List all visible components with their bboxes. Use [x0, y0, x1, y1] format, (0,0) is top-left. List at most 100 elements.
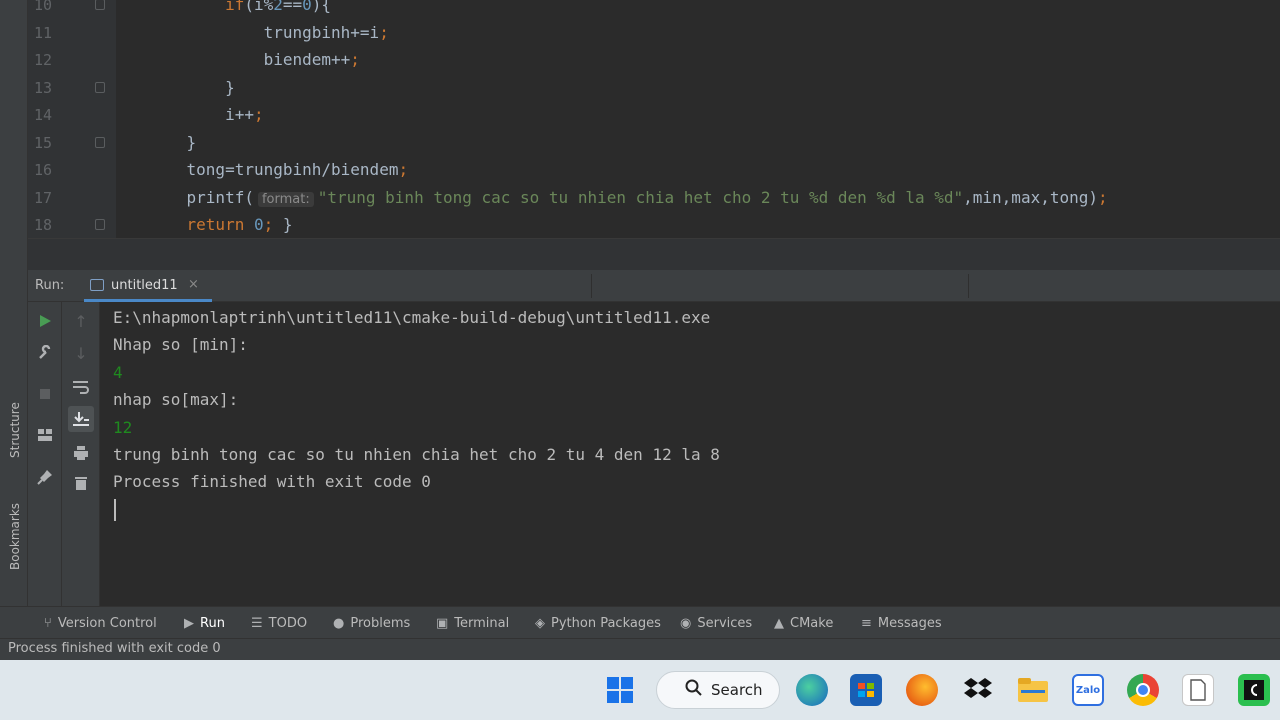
run-toolbar-secondary: ↑ ↓ [62, 302, 100, 606]
fold-marker-icon[interactable] [95, 81, 105, 93]
pin-icon[interactable] [32, 464, 58, 490]
print-icon[interactable] [68, 440, 94, 466]
code-text: trungbinh+=i; [148, 19, 389, 47]
tool-tab-label: Services [697, 615, 753, 631]
code-token: (i% [244, 0, 274, 14]
trash-icon[interactable] [68, 470, 94, 496]
console-input-line: 4 [113, 362, 123, 382]
fold-marker-icon[interactable] [95, 219, 105, 230]
layout-icon[interactable] [32, 422, 58, 448]
line-number: 10 [33, 0, 52, 14]
console-output-line: Nhap so [min]: [113, 335, 248, 355]
code-token: } [148, 132, 197, 152]
code-line[interactable]: 17 printf(format: "trung binh tong cac so… [28, 184, 1280, 212]
run-label: Run: [35, 278, 65, 293]
console-icon [90, 279, 104, 291]
code-line[interactable]: 14 i++; [28, 101, 1280, 129]
taskbar-search-button[interactable]: Search [656, 671, 780, 709]
code-text: } [148, 129, 197, 157]
clion-app-icon[interactable] [1238, 674, 1270, 706]
code-text: i++; [148, 101, 264, 129]
code-token: printf( [148, 187, 254, 207]
arrow-down-icon[interactable]: ↓ [68, 340, 94, 366]
wrench-icon[interactable] [32, 340, 58, 366]
code-token: ; [263, 215, 274, 234]
firefox-icon[interactable] [906, 674, 938, 706]
soft-wrap-icon[interactable] [68, 374, 94, 400]
code-text: tong=trungbinh/biendem; [148, 156, 409, 184]
header-divider [968, 274, 969, 298]
code-token: return [186, 215, 245, 234]
code-line[interactable]: 12 biendem++; [28, 46, 1280, 74]
tool-tab-label: Version Control [57, 615, 157, 631]
code-token: biendem++ [148, 50, 351, 69]
console-output-line: Process finished with exit code 0 [113, 472, 431, 492]
document-icon[interactable] [1182, 674, 1214, 706]
code-token: == [282, 0, 303, 14]
chrome-icon[interactable] [1127, 674, 1159, 706]
line-number: 15 [33, 133, 52, 152]
code-line[interactable]: 13 } [28, 74, 1280, 102]
file-explorer-icon[interactable] [1017, 674, 1049, 706]
code-token: ; [379, 22, 389, 42]
structure-tab[interactable]: Structure [8, 402, 22, 458]
code-line[interactable]: 10 if(i%2==0){ [28, 0, 1280, 19]
layers-icon: ◈ [535, 615, 545, 631]
zalo-icon[interactable]: Zalo [1072, 674, 1104, 706]
tool-tab-label: Problems [350, 615, 411, 631]
rerun-icon[interactable] [32, 308, 58, 334]
tool-window-bar: ⑂ Version Control ▶ Run ☰ TODO ● Problems ▣ Termi… [0, 606, 1280, 638]
tool-tab-problems[interactable]: ● Problems [333, 607, 410, 639]
tool-tab-messages[interactable]: ≡ Messages [861, 607, 942, 639]
arrow-up-icon[interactable]: ↑ [68, 308, 94, 334]
messages-icon: ≡ [861, 615, 872, 631]
windows-start-icon[interactable] [604, 674, 636, 706]
bookmarks-tab[interactable]: Bookmarks [8, 503, 22, 570]
tool-tab-label: TODO [268, 615, 308, 631]
tool-tab-label: CMake [790, 615, 834, 631]
tool-tab-python-packages[interactable]: ◈ Python Packages [535, 607, 661, 639]
tool-tab-terminal[interactable]: ▣ Terminal [436, 607, 509, 639]
dropbox-icon[interactable] [962, 674, 994, 706]
code-token: if [225, 0, 245, 14]
cmake-icon: ▲ [774, 615, 784, 631]
code-text: return 0; } [148, 211, 293, 238]
status-message: Process finished with exit code 0 [8, 641, 221, 656]
tool-tab-services[interactable]: ◉ Services [680, 607, 752, 639]
scroll-to-end-icon[interactable] [68, 406, 94, 432]
tool-tab-todo[interactable]: ☰ TODO [251, 607, 307, 639]
tool-tab-cmake[interactable]: ▲ CMake [774, 607, 833, 639]
stop-icon[interactable] [32, 381, 58, 407]
services-icon: ◉ [680, 615, 692, 631]
code-line[interactable]: 15 } [28, 129, 1280, 157]
code-line[interactable]: 11 trungbinh+=i; [28, 19, 1280, 47]
editor-footer [28, 238, 1280, 270]
fold-marker-icon[interactable] [95, 136, 105, 148]
store-icon[interactable] [850, 674, 882, 706]
branch-icon: ⑂ [44, 615, 52, 631]
run-toolbar-primary [28, 302, 62, 606]
windows-taskbar: Search Zalo [0, 660, 1280, 720]
run-tab-untitled11[interactable]: untitled11 × [84, 270, 212, 302]
code-line[interactable]: 18 return 0; } [28, 211, 1280, 238]
line-number: 16 [33, 161, 52, 179]
code-text: if(i%2==0){ [148, 0, 331, 19]
code-token: 2 [273, 0, 283, 14]
line-number: 14 [33, 106, 52, 124]
code-line[interactable]: 16 tong=trungbinh/biendem; [28, 156, 1280, 184]
code-editor[interactable]: 10 if(i%2==0){11 trungbinh+=i; 12 biendem… [28, 0, 1280, 238]
code-token: tong=trungbinh/biendem [148, 160, 399, 179]
edge-icon[interactable] [796, 674, 828, 706]
tool-tab-run[interactable]: ▶ Run [184, 607, 225, 639]
status-bar: Process finished with exit code 0 [0, 638, 1280, 660]
fold-marker-icon[interactable] [95, 0, 105, 10]
tool-tab-label: Terminal [454, 615, 510, 631]
line-number: 12 [33, 51, 52, 69]
search-icon [685, 679, 703, 701]
tool-tab-version-control[interactable]: ⑂ Version Control [44, 607, 157, 639]
line-number: 13 [33, 78, 52, 97]
close-icon[interactable]: × [188, 277, 199, 292]
run-console-output[interactable]: E:\nhapmonlaptrinh\untitled11\cmake-buil… [100, 302, 1280, 606]
code-token: i++ [148, 105, 254, 124]
